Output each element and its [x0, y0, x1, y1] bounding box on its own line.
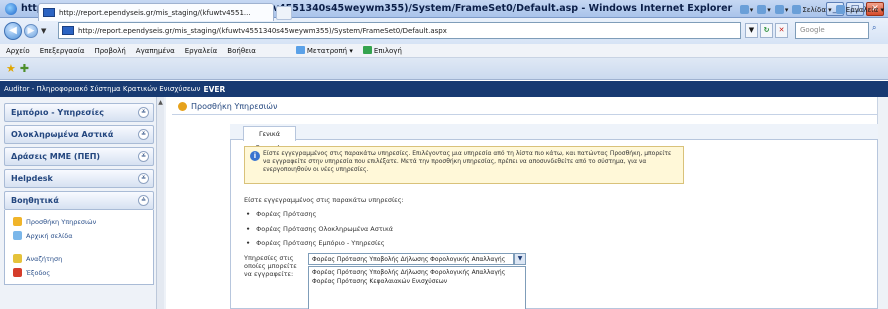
convert-icon — [295, 46, 305, 54]
info-icon: i — [250, 151, 260, 161]
services-select[interactable]: Φορέας Πρότασης Υποβολής Δήλωσης Φορολογ… — [308, 253, 514, 265]
sidebar-item-add-services[interactable]: Προσθήκη Υπηρεσιών — [13, 217, 153, 226]
sidebar-section-commerce[interactable]: Εμπόριο - Υπηρεσίες ≚ — [4, 103, 154, 122]
menu-view[interactable]: Προβολή — [89, 47, 130, 55]
search-input[interactable]: Google — [795, 22, 869, 39]
feeds-icon — [757, 5, 767, 14]
print-command[interactable]: ▾ — [774, 5, 788, 14]
address-toolbar: ◀ ▶ ▼ http://report.ependyseis.gr/mis_st… — [0, 18, 888, 44]
chevron-down-icon[interactable]: ≚ — [138, 107, 149, 118]
tab-page-icon — [43, 8, 55, 17]
address-bar[interactable]: http://report.ependyseis.gr/mis_staging/… — [58, 22, 741, 39]
services-options-list[interactable]: Φορέας Πρότασης Υποβολής Δήλωσης Φορολογ… — [308, 266, 526, 309]
sidebar-section-helpdesk[interactable]: Helpdesk ≚ — [4, 169, 154, 188]
add-services-icon — [178, 102, 187, 111]
forward-button[interactable]: ▶ — [24, 24, 38, 38]
menu-convert[interactable]: Μετατροπή ▾ — [291, 46, 358, 55]
services-select-label: Υπηρεσίες στις οποίες μπορείτε να εγγραφ… — [244, 254, 297, 278]
sidebar-section-sme[interactable]: Δράσεις ΜΜΕ (ΠΕΠ) ≚ — [4, 147, 154, 166]
sidebar-scrollbar[interactable]: ▲ — [156, 97, 164, 309]
option-item[interactable]: Φορέας Πρότασης Κεφαλαιακών Ενισχύσεων — [312, 278, 522, 287]
page-title: Προσθήκη Υπηρεσιών — [191, 102, 278, 111]
page-menu[interactable]: Σελίδα ▾ — [792, 5, 832, 14]
sidebar-item-exit[interactable]: Έξοδος — [13, 268, 153, 277]
search-icon[interactable]: ⌕ — [872, 23, 886, 38]
menu-favorites[interactable]: Αγαπημένα — [131, 47, 180, 55]
chevron-down-icon[interactable]: ▼ — [514, 253, 526, 265]
home-icon — [13, 231, 22, 240]
chevron-down-icon[interactable]: ≚ — [138, 151, 149, 162]
browser-tab-label: http://report.ependyseis.gr/mis_staging/… — [59, 8, 251, 17]
home-command[interactable]: ▾ — [739, 5, 753, 14]
page-header: Προσθήκη Υπηρεσιών — [172, 99, 877, 115]
app-title: Auditor - Πληροφοριακό Σύστημα Κρατικών … — [4, 85, 201, 93]
sidebar-accordion: Εμπόριο - Υπηρεσίες ≚ Ολοκληρωμένα Αστικά… — [4, 103, 154, 285]
option-item[interactable]: Φορέας Πρότασης Υποβολής Δήλωσης Φορολογ… — [312, 269, 522, 278]
list-item: Φορέας Πρότασης — [246, 210, 393, 218]
sidebar-auxiliary-body: Προσθήκη Υπηρεσιών Αρχική σελίδα Αναζήτη… — [4, 210, 154, 285]
address-url[interactable]: http://report.ependyseis.gr/mis_staging/… — [78, 27, 447, 35]
menu-edit[interactable]: Επεξεργασία — [35, 47, 90, 55]
home-icon — [739, 5, 749, 14]
ie-logo-icon — [5, 2, 17, 15]
favorites-star-icon[interactable]: ★ — [6, 62, 16, 75]
menu-help[interactable]: Βοήθεια — [222, 47, 261, 55]
registered-intro: Είστε εγγεγραμμένος στις παρακάτω υπηρεσ… — [244, 196, 404, 204]
content-scrollbar[interactable] — [877, 97, 888, 309]
list-item: Φορέας Πρότασης Εμπόριο - Υπηρεσίες — [246, 239, 393, 247]
command-bar: ▾ ▾ ▾ Σελίδα ▾ Εργαλεία ▾ — [739, 5, 884, 14]
sidebar-section-urban[interactable]: Ολοκληρωμένα Αστικά ≚ — [4, 125, 154, 144]
chevron-down-icon[interactable]: ≚ — [138, 129, 149, 140]
refresh-button[interactable]: ↻ — [760, 23, 773, 38]
registered-services-list: Φορέας Πρότασης Φορέας Πρότασης Ολοκληρω… — [246, 210, 393, 254]
info-message: i Είστε εγγεγραμμένος στις παρακάτω υπηρ… — [244, 146, 684, 184]
print-icon — [774, 5, 784, 14]
tools-icon — [835, 5, 845, 14]
feeds-command[interactable]: ▾ — [757, 5, 771, 14]
browser-tab[interactable]: http://report.ependyseis.gr/mis_staging/… — [38, 3, 274, 21]
menu-file[interactable]: Αρχείο — [0, 47, 35, 55]
chevron-up-icon[interactable]: ≙ — [138, 195, 149, 206]
page-menu-icon — [792, 5, 802, 14]
back-button[interactable]: ◀ — [4, 22, 22, 40]
new-tab-button[interactable] — [276, 6, 292, 20]
tab-general-info[interactable]: Γενικά Στοιχεία — [243, 126, 296, 152]
history-dropdown-icon[interactable]: ▼ — [41, 27, 46, 35]
add-icon — [13, 217, 22, 226]
form-tabstrip — [230, 124, 878, 140]
address-dropdown-button[interactable]: ▼ — [745, 23, 758, 38]
tab-row: ★ ✚ — [0, 58, 888, 80]
user-label: EVER — [203, 84, 226, 94]
app-header: Auditor - Πληροφοριακό Σύστημα Κρατικών … — [0, 81, 888, 97]
exit-icon — [13, 268, 22, 277]
add-favorite-icon[interactable]: ✚ — [20, 62, 29, 75]
menu-select[interactable]: Επιλογή — [358, 46, 407, 55]
page-icon — [62, 26, 74, 35]
sidebar-section-auxiliary[interactable]: Βοηθητικά ≙ — [4, 191, 154, 210]
tools-menu[interactable]: Εργαλεία ▾ — [835, 5, 884, 14]
info-text: Είστε εγγεγραμμένος στις παρακάτω υπηρεσ… — [263, 150, 672, 174]
select-icon — [362, 46, 372, 54]
stop-button[interactable]: ✕ — [775, 23, 788, 38]
list-item: Φορέας Πρότασης Ολοκληρωμένα Αστικά — [246, 225, 393, 233]
sidebar-item-home[interactable]: Αρχική σελίδα — [13, 231, 153, 240]
menu-bar: Αρχείο Επεξεργασία Προβολή Αγαπημένα Εργ… — [0, 44, 888, 58]
chevron-down-icon[interactable]: ≚ — [138, 173, 149, 184]
menu-tools[interactable]: Εργαλεία — [180, 47, 223, 55]
search-icon — [13, 254, 22, 263]
sidebar-item-search[interactable]: Αναζήτηση — [13, 254, 153, 263]
